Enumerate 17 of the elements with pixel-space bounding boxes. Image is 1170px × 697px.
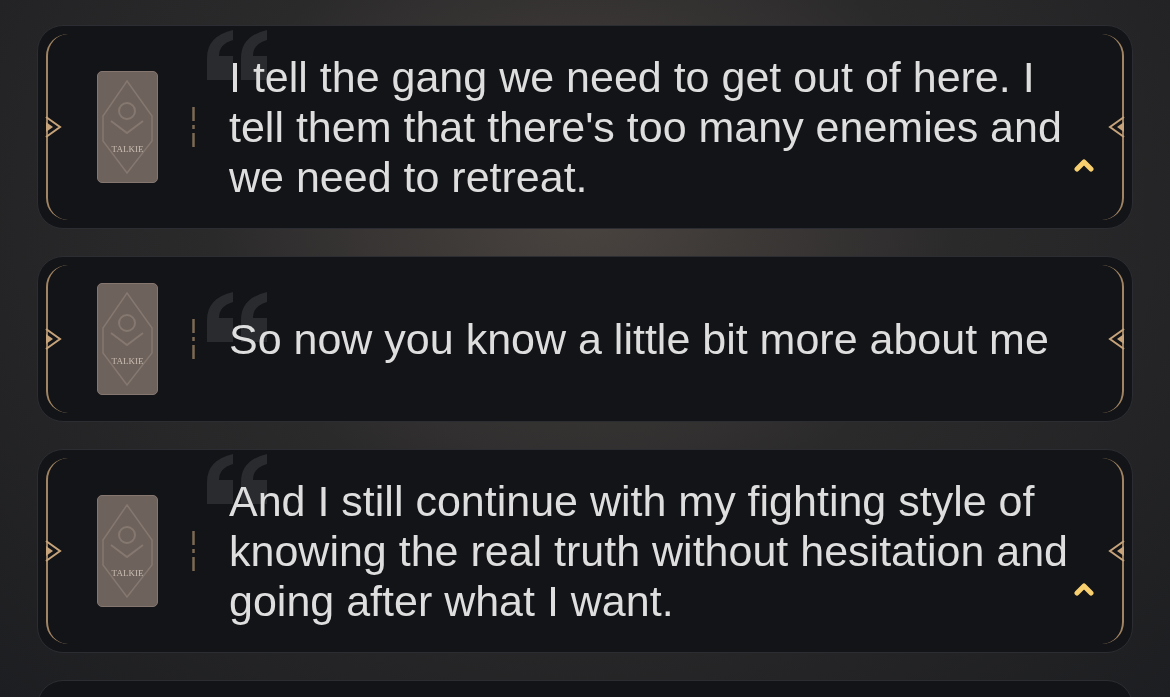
card-logo-text: TALKIE (111, 144, 144, 154)
frame-notch-icon (1107, 539, 1125, 563)
card-logo-text: TALKIE (111, 568, 144, 578)
message-text: I tell the gang we need to get out of here. I tell them that there's too many enemies and we need to retreat. (229, 52, 1063, 202)
message-text: So now you know a little bit more about me (229, 314, 1050, 364)
divider-icon (192, 107, 195, 147)
frame-notch-icon (45, 327, 63, 351)
frame-notch-icon (45, 539, 63, 563)
card-logo-text: TALKIE (111, 356, 144, 366)
frame-notch-icon (45, 115, 63, 139)
message-text: And I still continue with my fighting style of knowing the real truth without hesitation and going after what I want. (229, 476, 1070, 626)
frame-notch-icon (1107, 115, 1125, 139)
collapse-chevron-icon[interactable] (1074, 159, 1094, 172)
divider-icon (192, 319, 195, 359)
frame-notch-icon (1107, 327, 1125, 351)
divider-icon (192, 531, 195, 571)
collapse-chevron-icon[interactable] (1074, 583, 1094, 596)
